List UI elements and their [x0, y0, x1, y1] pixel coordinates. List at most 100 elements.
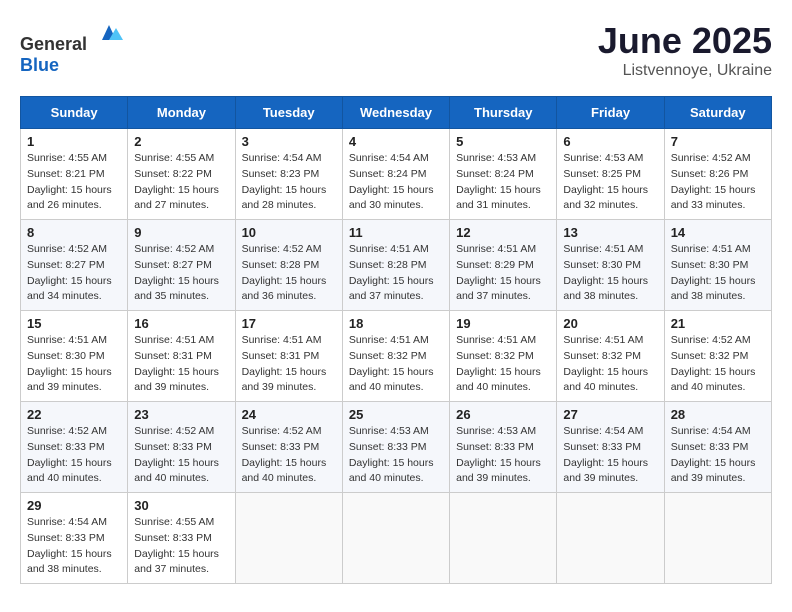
- calendar-cell: 9 Sunrise: 4:52 AMSunset: 8:27 PMDaylight…: [128, 220, 235, 311]
- calendar-cell: 16 Sunrise: 4:51 AMSunset: 8:31 PMDayligh…: [128, 311, 235, 402]
- day-number: 27: [563, 407, 657, 422]
- month-title: June 2025: [598, 20, 772, 62]
- calendar-cell: 30 Sunrise: 4:55 AMSunset: 8:33 PMDayligh…: [128, 493, 235, 584]
- day-number: 21: [671, 316, 765, 331]
- calendar-cell: 27 Sunrise: 4:54 AMSunset: 8:33 PMDayligh…: [557, 402, 664, 493]
- calendar-cell: 2 Sunrise: 4:55 AMSunset: 8:22 PMDaylight…: [128, 129, 235, 220]
- day-detail: Sunrise: 4:51 AMSunset: 8:30 PMDaylight:…: [671, 242, 765, 305]
- calendar-cell: 26Sunrise: 4:53 AMSunset: 8:33 PMDayligh…: [450, 402, 557, 493]
- calendar-cell: 25Sunrise: 4:53 AMSunset: 8:33 PMDayligh…: [342, 402, 449, 493]
- calendar-cell: 24 Sunrise: 4:52 AMSunset: 8:33 PMDayligh…: [235, 402, 342, 493]
- weekday-header-saturday: Saturday: [664, 97, 771, 129]
- logo-icon: [94, 20, 124, 50]
- week-row-3: 15Sunrise: 4:51 AMSunset: 8:30 PMDayligh…: [21, 311, 772, 402]
- day-number: 22: [27, 407, 121, 422]
- day-number: 23: [134, 407, 228, 422]
- calendar-cell: 5Sunrise: 4:53 AMSunset: 8:24 PMDaylight…: [450, 129, 557, 220]
- day-detail: Sunrise: 4:52 AMSunset: 8:26 PMDaylight:…: [671, 151, 765, 214]
- calendar-cell: 3 Sunrise: 4:54 AMSunset: 8:23 PMDaylight…: [235, 129, 342, 220]
- logo-blue: Blue: [20, 55, 59, 75]
- day-number: 30: [134, 498, 228, 513]
- day-detail: Sunrise: 4:52 AMSunset: 8:27 PMDaylight:…: [27, 242, 121, 305]
- calendar-cell: 17 Sunrise: 4:51 AMSunset: 8:31 PMDayligh…: [235, 311, 342, 402]
- calendar-cell: 15Sunrise: 4:51 AMSunset: 8:30 PMDayligh…: [21, 311, 128, 402]
- calendar-cell: 21 Sunrise: 4:52 AMSunset: 8:32 PMDayligh…: [664, 311, 771, 402]
- weekday-header-wednesday: Wednesday: [342, 97, 449, 129]
- day-detail: Sunrise: 4:52 AMSunset: 8:33 PMDaylight:…: [134, 424, 228, 487]
- day-number: 20: [563, 316, 657, 331]
- week-row-4: 22 Sunrise: 4:52 AMSunset: 8:33 PMDayligh…: [21, 402, 772, 493]
- day-detail: Sunrise: 4:51 AMSunset: 8:32 PMDaylight:…: [563, 333, 657, 396]
- day-number: 14: [671, 225, 765, 240]
- weekday-header-friday: Friday: [557, 97, 664, 129]
- calendar-cell: 10Sunrise: 4:52 AMSunset: 8:28 PMDayligh…: [235, 220, 342, 311]
- calendar-cell: [235, 493, 342, 584]
- day-number: 25: [349, 407, 443, 422]
- calendar-cell: 7 Sunrise: 4:52 AMSunset: 8:26 PMDaylight…: [664, 129, 771, 220]
- day-number: 1: [27, 134, 121, 149]
- title-block: June 2025 Listvennoye, Ukraine: [598, 20, 772, 80]
- day-detail: Sunrise: 4:51 AMSunset: 8:28 PMDaylight:…: [349, 242, 443, 305]
- day-detail: Sunrise: 4:51 AMSunset: 8:29 PMDaylight:…: [456, 242, 550, 305]
- calendar-cell: 14 Sunrise: 4:51 AMSunset: 8:30 PMDayligh…: [664, 220, 771, 311]
- calendar-cell: [342, 493, 449, 584]
- day-detail: Sunrise: 4:54 AMSunset: 8:33 PMDaylight:…: [563, 424, 657, 487]
- calendar-table: SundayMondayTuesdayWednesdayThursdayFrid…: [20, 96, 772, 584]
- day-detail: Sunrise: 4:55 AMSunset: 8:21 PMDaylight:…: [27, 151, 121, 214]
- calendar-cell: 11 Sunrise: 4:51 AMSunset: 8:28 PMDayligh…: [342, 220, 449, 311]
- calendar-cell: 22 Sunrise: 4:52 AMSunset: 8:33 PMDayligh…: [21, 402, 128, 493]
- day-detail: Sunrise: 4:53 AMSunset: 8:24 PMDaylight:…: [456, 151, 550, 214]
- day-detail: Sunrise: 4:51 AMSunset: 8:32 PMDaylight:…: [349, 333, 443, 396]
- day-detail: Sunrise: 4:55 AMSunset: 8:33 PMDaylight:…: [134, 515, 228, 578]
- calendar-cell: 13 Sunrise: 4:51 AMSunset: 8:30 PMDayligh…: [557, 220, 664, 311]
- day-number: 16: [134, 316, 228, 331]
- weekday-header-monday: Monday: [128, 97, 235, 129]
- day-detail: Sunrise: 4:51 AMSunset: 8:32 PMDaylight:…: [456, 333, 550, 396]
- day-detail: Sunrise: 4:51 AMSunset: 8:30 PMDaylight:…: [563, 242, 657, 305]
- day-detail: Sunrise: 4:54 AMSunset: 8:33 PMDaylight:…: [671, 424, 765, 487]
- day-detail: Sunrise: 4:53 AMSunset: 8:25 PMDaylight:…: [563, 151, 657, 214]
- page-header: General Blue June 2025 Listvennoye, Ukra…: [20, 20, 772, 80]
- day-detail: Sunrise: 4:55 AMSunset: 8:22 PMDaylight:…: [134, 151, 228, 214]
- day-number: 8: [27, 225, 121, 240]
- day-number: 4: [349, 134, 443, 149]
- day-detail: Sunrise: 4:52 AMSunset: 8:33 PMDaylight:…: [242, 424, 336, 487]
- logo: General Blue: [20, 20, 124, 76]
- day-number: 9: [134, 225, 228, 240]
- day-number: 6: [563, 134, 657, 149]
- day-detail: Sunrise: 4:52 AMSunset: 8:32 PMDaylight:…: [671, 333, 765, 396]
- day-detail: Sunrise: 4:53 AMSunset: 8:33 PMDaylight:…: [456, 424, 550, 487]
- day-number: 13: [563, 225, 657, 240]
- day-detail: Sunrise: 4:54 AMSunset: 8:24 PMDaylight:…: [349, 151, 443, 214]
- day-number: 3: [242, 134, 336, 149]
- week-row-1: 1 Sunrise: 4:55 AMSunset: 8:21 PMDaylight…: [21, 129, 772, 220]
- weekday-header-row: SundayMondayTuesdayWednesdayThursdayFrid…: [21, 97, 772, 129]
- logo-general: General: [20, 34, 87, 54]
- day-number: 28: [671, 407, 765, 422]
- calendar-cell: 23 Sunrise: 4:52 AMSunset: 8:33 PMDayligh…: [128, 402, 235, 493]
- day-number: 24: [242, 407, 336, 422]
- day-detail: Sunrise: 4:52 AMSunset: 8:33 PMDaylight:…: [27, 424, 121, 487]
- day-number: 7: [671, 134, 765, 149]
- calendar-cell: 6 Sunrise: 4:53 AMSunset: 8:25 PMDaylight…: [557, 129, 664, 220]
- calendar-cell: 29Sunrise: 4:54 AMSunset: 8:33 PMDayligh…: [21, 493, 128, 584]
- calendar-cell: [557, 493, 664, 584]
- day-detail: Sunrise: 4:52 AMSunset: 8:27 PMDaylight:…: [134, 242, 228, 305]
- day-number: 2: [134, 134, 228, 149]
- day-number: 18: [349, 316, 443, 331]
- calendar-cell: [450, 493, 557, 584]
- day-detail: Sunrise: 4:51 AMSunset: 8:31 PMDaylight:…: [134, 333, 228, 396]
- calendar-cell: 1 Sunrise: 4:55 AMSunset: 8:21 PMDaylight…: [21, 129, 128, 220]
- calendar-cell: 20 Sunrise: 4:51 AMSunset: 8:32 PMDayligh…: [557, 311, 664, 402]
- weekday-header-tuesday: Tuesday: [235, 97, 342, 129]
- day-number: 19: [456, 316, 550, 331]
- day-number: 11: [349, 225, 443, 240]
- day-detail: Sunrise: 4:52 AMSunset: 8:28 PMDaylight:…: [242, 242, 336, 305]
- calendar-cell: 12Sunrise: 4:51 AMSunset: 8:29 PMDayligh…: [450, 220, 557, 311]
- calendar-cell: 8 Sunrise: 4:52 AMSunset: 8:27 PMDaylight…: [21, 220, 128, 311]
- calendar-cell: 4 Sunrise: 4:54 AMSunset: 8:24 PMDaylight…: [342, 129, 449, 220]
- day-number: 17: [242, 316, 336, 331]
- week-row-2: 8 Sunrise: 4:52 AMSunset: 8:27 PMDaylight…: [21, 220, 772, 311]
- day-detail: Sunrise: 4:54 AMSunset: 8:23 PMDaylight:…: [242, 151, 336, 214]
- day-detail: Sunrise: 4:51 AMSunset: 8:31 PMDaylight:…: [242, 333, 336, 396]
